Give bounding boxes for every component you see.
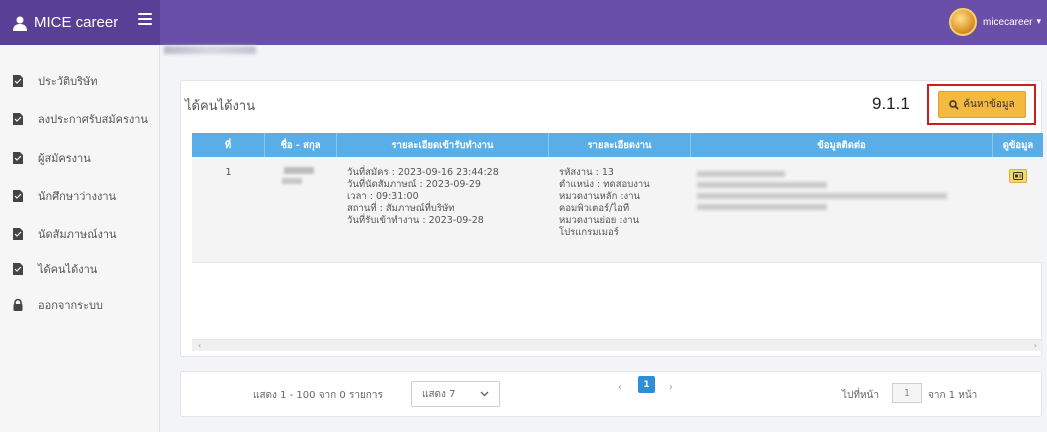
job-line: ตำแหน่ง : ทดสอบงาน — [559, 179, 650, 190]
step-annotation: 9.1.1 — [872, 94, 910, 113]
sidebar-item-label: ออกจากระบบ — [38, 299, 103, 312]
detail-line: สถานที่ : สัมภาษณ์ที่บริษัท — [347, 203, 455, 214]
sidebar-item-company-profile[interactable]: ประวัติบริษัท — [12, 72, 98, 90]
scroll-left-icon[interactable]: ‹ — [198, 341, 201, 350]
search-button-label: ค้นหาข้อมูล — [963, 99, 1015, 110]
horizontal-scrollbar[interactable]: ‹ › — [192, 339, 1043, 351]
view-details-button[interactable] — [1009, 169, 1027, 183]
hamburger-menu-icon[interactable] — [138, 13, 152, 27]
job-line: หมวดงานย่อย :งาน — [559, 215, 640, 226]
user-icon — [13, 16, 27, 31]
table-row: 1 วันที่สมัคร : 2023-09-16 23:44:28 วันท… — [192, 157, 1043, 263]
table-header: ที่ ชื่อ - สกุล รายละเอียดเข้ารับทำงาน ร… — [192, 133, 1043, 157]
prev-page-button[interactable]: ‹ — [618, 382, 622, 393]
document-icon — [13, 263, 23, 275]
hired-panel: ได้คนได้งาน 9.1.1 ค้นหาข้อมูล ที่ ชื่อ -… — [180, 80, 1043, 357]
sidebar-item-label: ลงประกาศรับสมัครงาน — [38, 113, 148, 126]
page-title: ได้คนได้งาน — [185, 99, 256, 114]
sidebar-item-logout[interactable]: ออกจากระบบ — [12, 296, 103, 314]
breadcrumb — [164, 46, 256, 54]
contact-info-redacted — [691, 157, 993, 262]
detail-line: วันที่นัดสัมภาษณ์ : 2023-09-29 — [347, 179, 481, 190]
top-navbar: MICE career micecareer ▾ — [0, 0, 1047, 45]
column-header: ชื่อ - สกุล — [265, 133, 337, 157]
record-summary: แสดง 1 - 100 จาก 0 รายการ — [253, 390, 383, 401]
user-menu[interactable]: micecareer ▾ — [949, 8, 1041, 36]
column-header: รายละเอียดเข้ารับทำงาน — [337, 133, 549, 157]
document-icon — [13, 228, 23, 240]
per-page-select[interactable]: แสดง 7 — [411, 381, 500, 407]
job-line: รหัสงาน : 13 — [559, 167, 614, 178]
avatar[interactable] — [949, 8, 977, 36]
row-index: 1 — [225, 167, 232, 178]
job-line: หมวดงานหลัก :งาน — [559, 191, 641, 202]
view-cell — [993, 157, 1043, 262]
id-card-icon — [1013, 172, 1023, 180]
search-button[interactable]: ค้นหาข้อมูล — [938, 91, 1026, 118]
lock-icon — [13, 299, 23, 311]
chevron-down-icon[interactable]: ▾ — [1036, 17, 1041, 27]
brand[interactable]: MICE career — [0, 0, 160, 45]
search-icon — [949, 99, 959, 110]
username: micecareer — [983, 16, 1033, 28]
job-line: คอมพิวเตอร์/ไอที — [559, 203, 630, 214]
per-page-value: แสดง 7 — [422, 388, 456, 400]
sidebar-item-label: ผู้สมัครงาน — [38, 152, 91, 165]
detail-line: วันที่รับเข้าทำงาน : 2023-09-28 — [347, 215, 484, 226]
detail-line: เวลา : 09:31:00 — [347, 191, 419, 202]
sidebar: ประวัติบริษัท ลงประกาศรับสมัครงาน ผู้สมั… — [0, 45, 160, 432]
scroll-right-icon[interactable]: › — [1034, 341, 1037, 350]
goto-page-input[interactable] — [892, 383, 922, 403]
sidebar-item-label: นักศึกษาว่างงาน — [38, 190, 117, 203]
document-icon — [13, 152, 23, 164]
sidebar-item-label: นัดสัมภาษณ์งาน — [38, 228, 117, 241]
brand-title: MICE career — [34, 14, 119, 31]
name-redacted — [265, 157, 337, 262]
sidebar-item-unemployed-students[interactable]: นักศึกษาว่างงาน — [12, 187, 116, 205]
sidebar-item-hired[interactable]: ได้คนได้งาน — [12, 260, 97, 278]
document-icon — [13, 75, 23, 87]
goto-label: ไปที่หน้า — [842, 390, 880, 401]
sidebar-item-label: ประวัติบริษัท — [38, 75, 98, 88]
sidebar-item-post-job[interactable]: ลงประกาศรับสมัครงาน — [12, 110, 148, 128]
total-pages: จาก 1 หน้า — [928, 390, 978, 401]
job-details: รหัสงาน : 13 ตำแหน่ง : ทดสอบงาน หมวดงานห… — [549, 157, 691, 262]
detail-line: วันที่สมัคร : 2023-09-16 23:44:28 — [347, 167, 499, 178]
next-page-button[interactable]: › — [669, 382, 673, 393]
column-header: ดูข้อมูล — [1002, 139, 1034, 151]
sidebar-item-label: ได้คนได้งาน — [38, 263, 98, 276]
employment-details: วันที่สมัคร : 2023-09-16 23:44:28 วันที่… — [337, 157, 549, 262]
document-icon — [13, 190, 23, 202]
document-icon — [13, 113, 23, 125]
pagination-bar: แสดง 1 - 100 จาก 0 รายการ แสดง 7 ‹ 1 › ไ… — [180, 371, 1042, 417]
column-header: ที่ — [192, 133, 265, 157]
column-header: รายละเอียดงาน — [549, 133, 691, 157]
chevron-down-icon — [480, 391, 489, 397]
column-header: ข้อมูลติดต่อ — [691, 133, 993, 157]
sidebar-item-applicants[interactable]: ผู้สมัครงาน — [12, 149, 91, 167]
sidebar-item-interviews[interactable]: นัดสัมภาษณ์งาน — [12, 225, 117, 243]
job-line: โปรแกรมเมอร์ — [559, 227, 619, 238]
current-page-button[interactable]: 1 — [638, 376, 655, 393]
